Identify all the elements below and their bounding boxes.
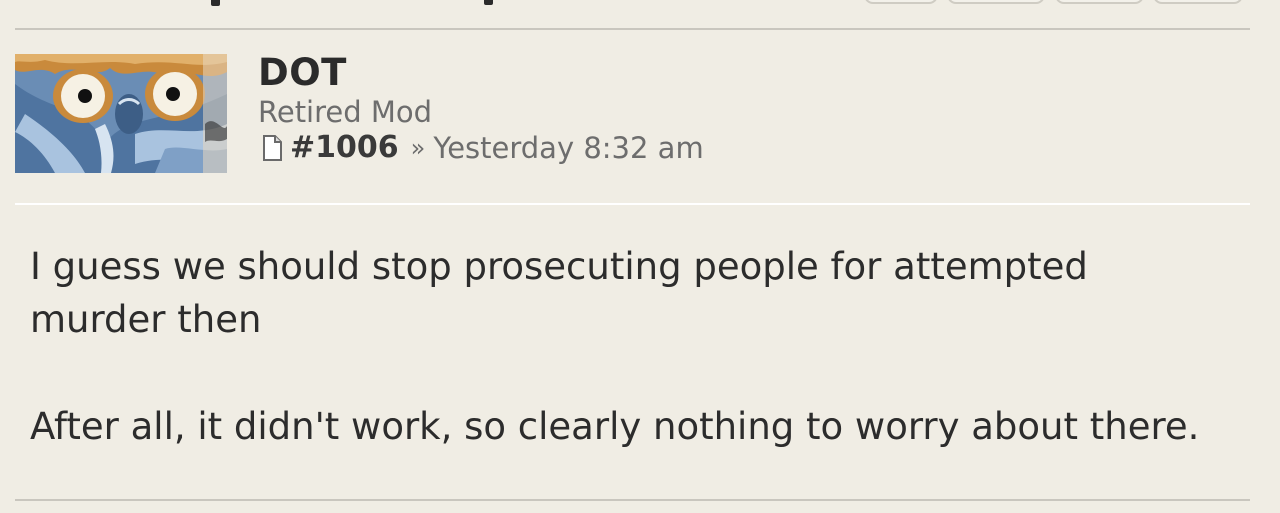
post-action-button[interactable] [947, 0, 1045, 4]
document-icon[interactable] [258, 134, 286, 162]
post-action-button[interactable] [1153, 0, 1243, 4]
post-paragraph: After all, it didn't work, so clearly no… [30, 405, 1200, 448]
avatar[interactable] [15, 54, 227, 173]
previous-post-footer [0, 0, 1280, 28]
username[interactable]: DOT [258, 53, 704, 93]
post-action-button[interactable] [1055, 0, 1144, 4]
post-action-button[interactable] [864, 0, 938, 4]
post-header: DOT Retired Mod #1006 » Yesterday 8:32 a… [15, 53, 1250, 174]
cropped-text-fragment [484, 0, 493, 5]
post-timestamp: Yesterday 8:32 am [433, 131, 704, 165]
author-info: DOT Retired Mod #1006 » Yesterday 8:32 a… [258, 53, 704, 166]
cartoon-avatar-icon [15, 54, 227, 173]
divider [15, 28, 1250, 30]
post-number-link[interactable]: #1006 [290, 130, 399, 166]
post-body: I guess we should stop prosecuting peopl… [30, 240, 1230, 453]
post-meta: #1006 » Yesterday 8:32 am [258, 130, 704, 166]
cropped-text-fragment [211, 0, 220, 6]
user-rank: Retired Mod [258, 95, 433, 129]
divider [15, 203, 1250, 205]
divider [15, 499, 1250, 501]
post-paragraph: I guess we should stop prosecuting peopl… [30, 245, 1088, 341]
separator: » [410, 134, 426, 162]
